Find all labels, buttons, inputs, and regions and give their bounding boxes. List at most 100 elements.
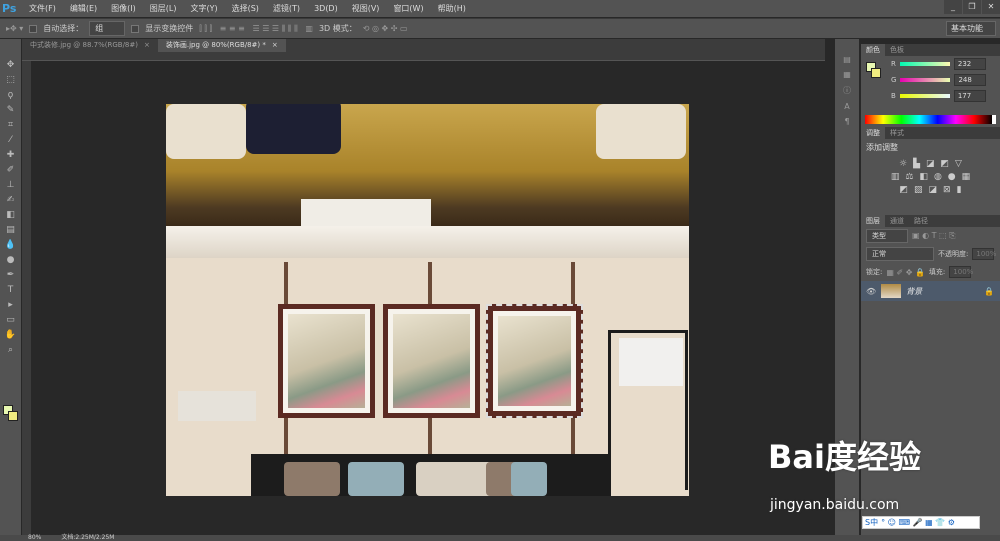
eye-icon[interactable]: 👁: [866, 287, 876, 296]
move-tool-icon[interactable]: ▸✥ ▾: [6, 24, 23, 33]
ime-toolbar[interactable]: S中 ° ☺ ⌨ 🎤 ▦ 👕 ⚙: [862, 516, 980, 529]
close-icon[interactable]: ✕: [982, 0, 1000, 14]
history-brush-icon[interactable]: ✍: [5, 194, 17, 206]
layer-filter-dropdown[interactable]: 类型: [866, 229, 908, 243]
living-room-image: [166, 226, 689, 496]
ruler-vertical: [22, 61, 31, 535]
history-icon[interactable]: ▤: [843, 55, 851, 64]
workspace-dropdown[interactable]: 基本功能: [946, 21, 996, 36]
tab-swatches[interactable]: 色板: [885, 44, 909, 56]
adjustment-icons-row[interactable]: ▥ ⚖ ◧ ◍ ● ▦: [861, 172, 1000, 182]
menu-window[interactable]: 窗口(W): [386, 3, 430, 14]
menu-edit[interactable]: 编辑(E): [63, 3, 104, 14]
background-swatch[interactable]: [871, 68, 881, 78]
blur-icon[interactable]: 💧: [5, 239, 17, 251]
painting-frame-selected[interactable]: [486, 304, 583, 418]
menu-help[interactable]: 帮助(H): [431, 3, 473, 14]
opacity-input[interactable]: 100%: [972, 248, 996, 260]
menu-select[interactable]: 选择(S): [225, 3, 266, 14]
zoom-icon[interactable]: ⌕: [5, 344, 17, 356]
3d-mode-icons[interactable]: ⟲ ◎ ✥ ✣ ▭: [363, 24, 408, 33]
document-tabs: 中式装修.jpg @ 88.7%(RGB/8#) × 装饰画.jpg @ 80%(…: [22, 39, 825, 52]
g-slider[interactable]: [900, 78, 951, 82]
fill-input[interactable]: 100%: [949, 266, 973, 278]
filter-icons[interactable]: ▣ ◐ T ⬚ ⎘: [912, 231, 956, 241]
eyedropper-icon[interactable]: ⁄: [5, 134, 17, 146]
tab-paths[interactable]: 路径: [909, 215, 933, 227]
blend-mode-dropdown[interactable]: 正常: [866, 247, 934, 261]
gradient-icon[interactable]: ▤: [5, 224, 17, 236]
tools-panel: ✥ ⬚ ϙ ✎ ⌗ ⁄ ✚ ✐ ⊥ ✍ ◧ ▤ 💧 ● ✒ T ▸ ▭ ✋ ⌕: [0, 39, 21, 535]
menu-3d[interactable]: 3D(D): [307, 4, 345, 13]
baidu-url: jingyan.baidu.com: [770, 497, 900, 513]
b-value-input[interactable]: 177: [953, 90, 986, 102]
auto-select-dropdown[interactable]: 组: [89, 21, 126, 36]
zoom-level[interactable]: 80%: [28, 535, 41, 541]
mode-3d-label: 3D 模式：: [318, 24, 357, 33]
healing-icon[interactable]: ✚: [5, 149, 17, 161]
menu-image[interactable]: 图像(I): [104, 3, 143, 14]
adjustment-icons-row[interactable]: ◩ ▨ ◪ ⊠ ▮: [861, 185, 1000, 195]
brush-icon[interactable]: ✐: [5, 164, 17, 176]
tab-channels[interactable]: 通道: [885, 215, 909, 227]
minimize-icon[interactable]: _: [944, 0, 962, 14]
menu-file[interactable]: 文件(F): [22, 3, 63, 14]
character-icon[interactable]: A: [844, 102, 849, 111]
info-icon[interactable]: ⓘ: [843, 85, 851, 96]
r-value-input[interactable]: 232: [953, 58, 986, 70]
quick-select-icon[interactable]: ✎: [5, 104, 17, 116]
color-spectrum[interactable]: [865, 115, 996, 124]
layer-row-background[interactable]: 👁 背景 🔒: [861, 281, 1000, 301]
eraser-icon[interactable]: ◧: [5, 209, 17, 221]
ime-icons[interactable]: ° ☺ ⌨ 🎤 ▦ 👕 ⚙: [881, 518, 955, 527]
move-tool-icon[interactable]: ✥: [5, 59, 17, 71]
tab-label: 装饰画.jpg @ 80%(RGB/8#) *: [165, 41, 266, 49]
restore-icon[interactable]: ❐: [963, 0, 981, 14]
lock-icon: 🔒: [984, 286, 994, 296]
tab-color[interactable]: 颜色: [861, 44, 885, 56]
stamp-icon[interactable]: ⊥: [5, 179, 17, 191]
hand-icon[interactable]: ✋: [5, 329, 17, 341]
tab-layers[interactable]: 图层: [861, 215, 885, 227]
crop-tool-icon[interactable]: ⌗: [5, 119, 17, 131]
tab-adjustments[interactable]: 调整: [861, 127, 885, 139]
close-tab-icon[interactable]: ×: [144, 41, 150, 49]
menu-filter[interactable]: 滤镜(T): [266, 3, 307, 14]
menu-view[interactable]: 视图(V): [345, 3, 387, 14]
layer-name: 背景: [906, 286, 923, 296]
menu-layer[interactable]: 图层(L): [143, 3, 184, 14]
background-color-swatch[interactable]: [8, 411, 18, 421]
status-bar: 80% 文档:2.25M/2.25M: [0, 535, 1000, 541]
b-label: B: [891, 92, 896, 100]
lock-label: 锁定:: [866, 268, 883, 276]
baidu-watermark: Bai度经验: [768, 438, 921, 476]
dodge-icon[interactable]: ●: [5, 254, 17, 266]
path-select-icon[interactable]: ▸: [5, 299, 17, 311]
menu-type[interactable]: 文字(Y): [183, 3, 224, 14]
tab-styles[interactable]: 样式: [885, 127, 909, 139]
b-slider[interactable]: [899, 94, 950, 98]
layer-thumbnail: [881, 284, 902, 298]
close-tab-icon[interactable]: ×: [272, 41, 278, 49]
g-value-input[interactable]: 248: [954, 74, 987, 86]
options-bar: ▸✥ ▾ 自动选择： 组 显示变换控件 ⫿ ⫿ ⫿ ≡ ≡ ≡ ☰ ☰ ☰ ⫼ …: [0, 18, 1000, 38]
pen-icon[interactable]: ✒: [5, 269, 17, 281]
add-adjustment-title: 添加调整: [866, 143, 898, 152]
auto-select-checkbox[interactable]: [29, 24, 38, 33]
tab-document-1[interactable]: 中式装修.jpg @ 88.7%(RGB/8#) ×: [22, 39, 158, 52]
lasso-tool-icon[interactable]: ϙ: [5, 89, 17, 101]
shape-icon[interactable]: ▭: [5, 314, 17, 326]
lock-icons[interactable]: ▦ ✐ ✥ 🔒: [886, 268, 925, 277]
show-transform-checkbox[interactable]: [131, 24, 140, 33]
painting-frame: [278, 304, 375, 418]
adjustment-icons-row[interactable]: ☼ ▙ ◪ ◩ ▽: [861, 159, 1000, 169]
r-slider[interactable]: [899, 62, 950, 66]
paragraph-icon[interactable]: ¶: [844, 117, 849, 126]
marquee-tool-icon[interactable]: ⬚: [5, 74, 17, 86]
align-icons[interactable]: ⫿ ⫿ ⫿ ≡ ≡ ≡ ☰ ☰ ☰ ⫼ ⫼ ⫼ ▥: [199, 24, 313, 34]
type-icon[interactable]: T: [5, 284, 17, 296]
painting-frame: [383, 304, 480, 418]
document-canvas[interactable]: [166, 104, 689, 496]
tab-document-2[interactable]: 装饰画.jpg @ 80%(RGB/8#) * ×: [157, 39, 286, 52]
properties-icon[interactable]: ▦: [843, 70, 851, 79]
